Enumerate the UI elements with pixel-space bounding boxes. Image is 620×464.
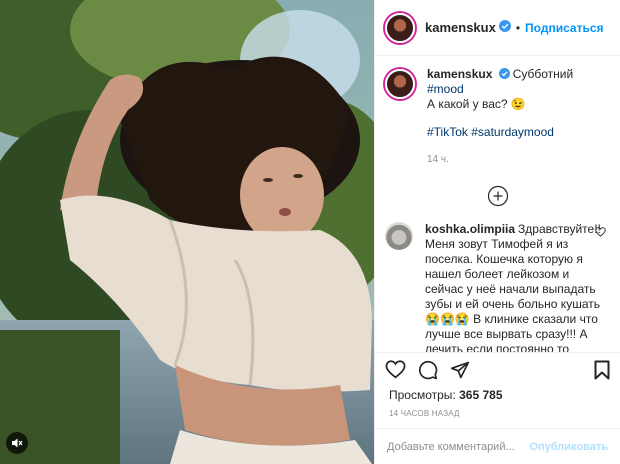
comment-body: Здравствуйте!! Меня зовут Тимофей я из п… bbox=[425, 222, 601, 352]
bookmark-icon[interactable] bbox=[594, 360, 610, 380]
caption-time: 14 ч. bbox=[427, 154, 449, 165]
post-caption: kamenskux Субботний #mood А какой у вас?… bbox=[385, 67, 610, 167]
follow-button[interactable]: Подписаться bbox=[525, 21, 603, 35]
post-actions bbox=[375, 352, 620, 386]
heart-icon[interactable] bbox=[385, 360, 406, 379]
views-number: 365 785 bbox=[459, 388, 503, 402]
sound-off-icon[interactable] bbox=[6, 432, 28, 454]
verified-badge-icon bbox=[498, 19, 511, 37]
comment-input[interactable]: Добавьте комментарий... bbox=[387, 441, 529, 453]
post-comment-button[interactable]: Опубликовать bbox=[529, 441, 608, 453]
views-count: Просмотры: 365 785 bbox=[389, 388, 503, 402]
commenter-username[interactable]: koshka.olimpiia bbox=[425, 222, 515, 236]
video-frame bbox=[0, 0, 374, 464]
caption-text: Субботний bbox=[512, 67, 574, 81]
author-avatar[interactable] bbox=[385, 12, 415, 43]
separator-dot: • bbox=[515, 20, 521, 35]
post-sidebar: kamenskux • Подписаться kamenskux Суббот… bbox=[374, 0, 620, 464]
heart-icon[interactable] bbox=[595, 227, 606, 237]
plus-circle-icon[interactable] bbox=[487, 185, 509, 207]
comments-list[interactable]: kamenskux Субботний #mood А какой у вас?… bbox=[375, 57, 620, 352]
author-username[interactable]: kamenskux bbox=[425, 20, 496, 35]
post-header: kamenskux • Подписаться bbox=[375, 0, 620, 56]
commenter-avatar[interactable] bbox=[385, 222, 413, 250]
comment-icon[interactable] bbox=[418, 360, 438, 380]
hashtags-link[interactable]: #TikTok #saturdaymood bbox=[427, 125, 610, 140]
posted-ago: 14 ЧАСОВ НАЗАД bbox=[389, 409, 460, 418]
post-video[interactable] bbox=[0, 0, 374, 464]
caption-avatar[interactable] bbox=[385, 69, 415, 99]
views-label: Просмотры: bbox=[389, 388, 456, 402]
caption-line-2: А какой у вас? 😉 bbox=[427, 97, 526, 111]
comment-item: koshka.olimpiia Здравствуйте!! Меня зовут… bbox=[385, 222, 610, 352]
caption-hashtag-link[interactable]: #mood bbox=[427, 82, 464, 96]
verified-badge-icon bbox=[498, 68, 510, 79]
share-icon[interactable] bbox=[450, 360, 470, 380]
comment-composer: Добавьте комментарий... Опубликовать bbox=[375, 428, 620, 464]
caption-username[interactable]: kamenskux bbox=[427, 67, 492, 81]
